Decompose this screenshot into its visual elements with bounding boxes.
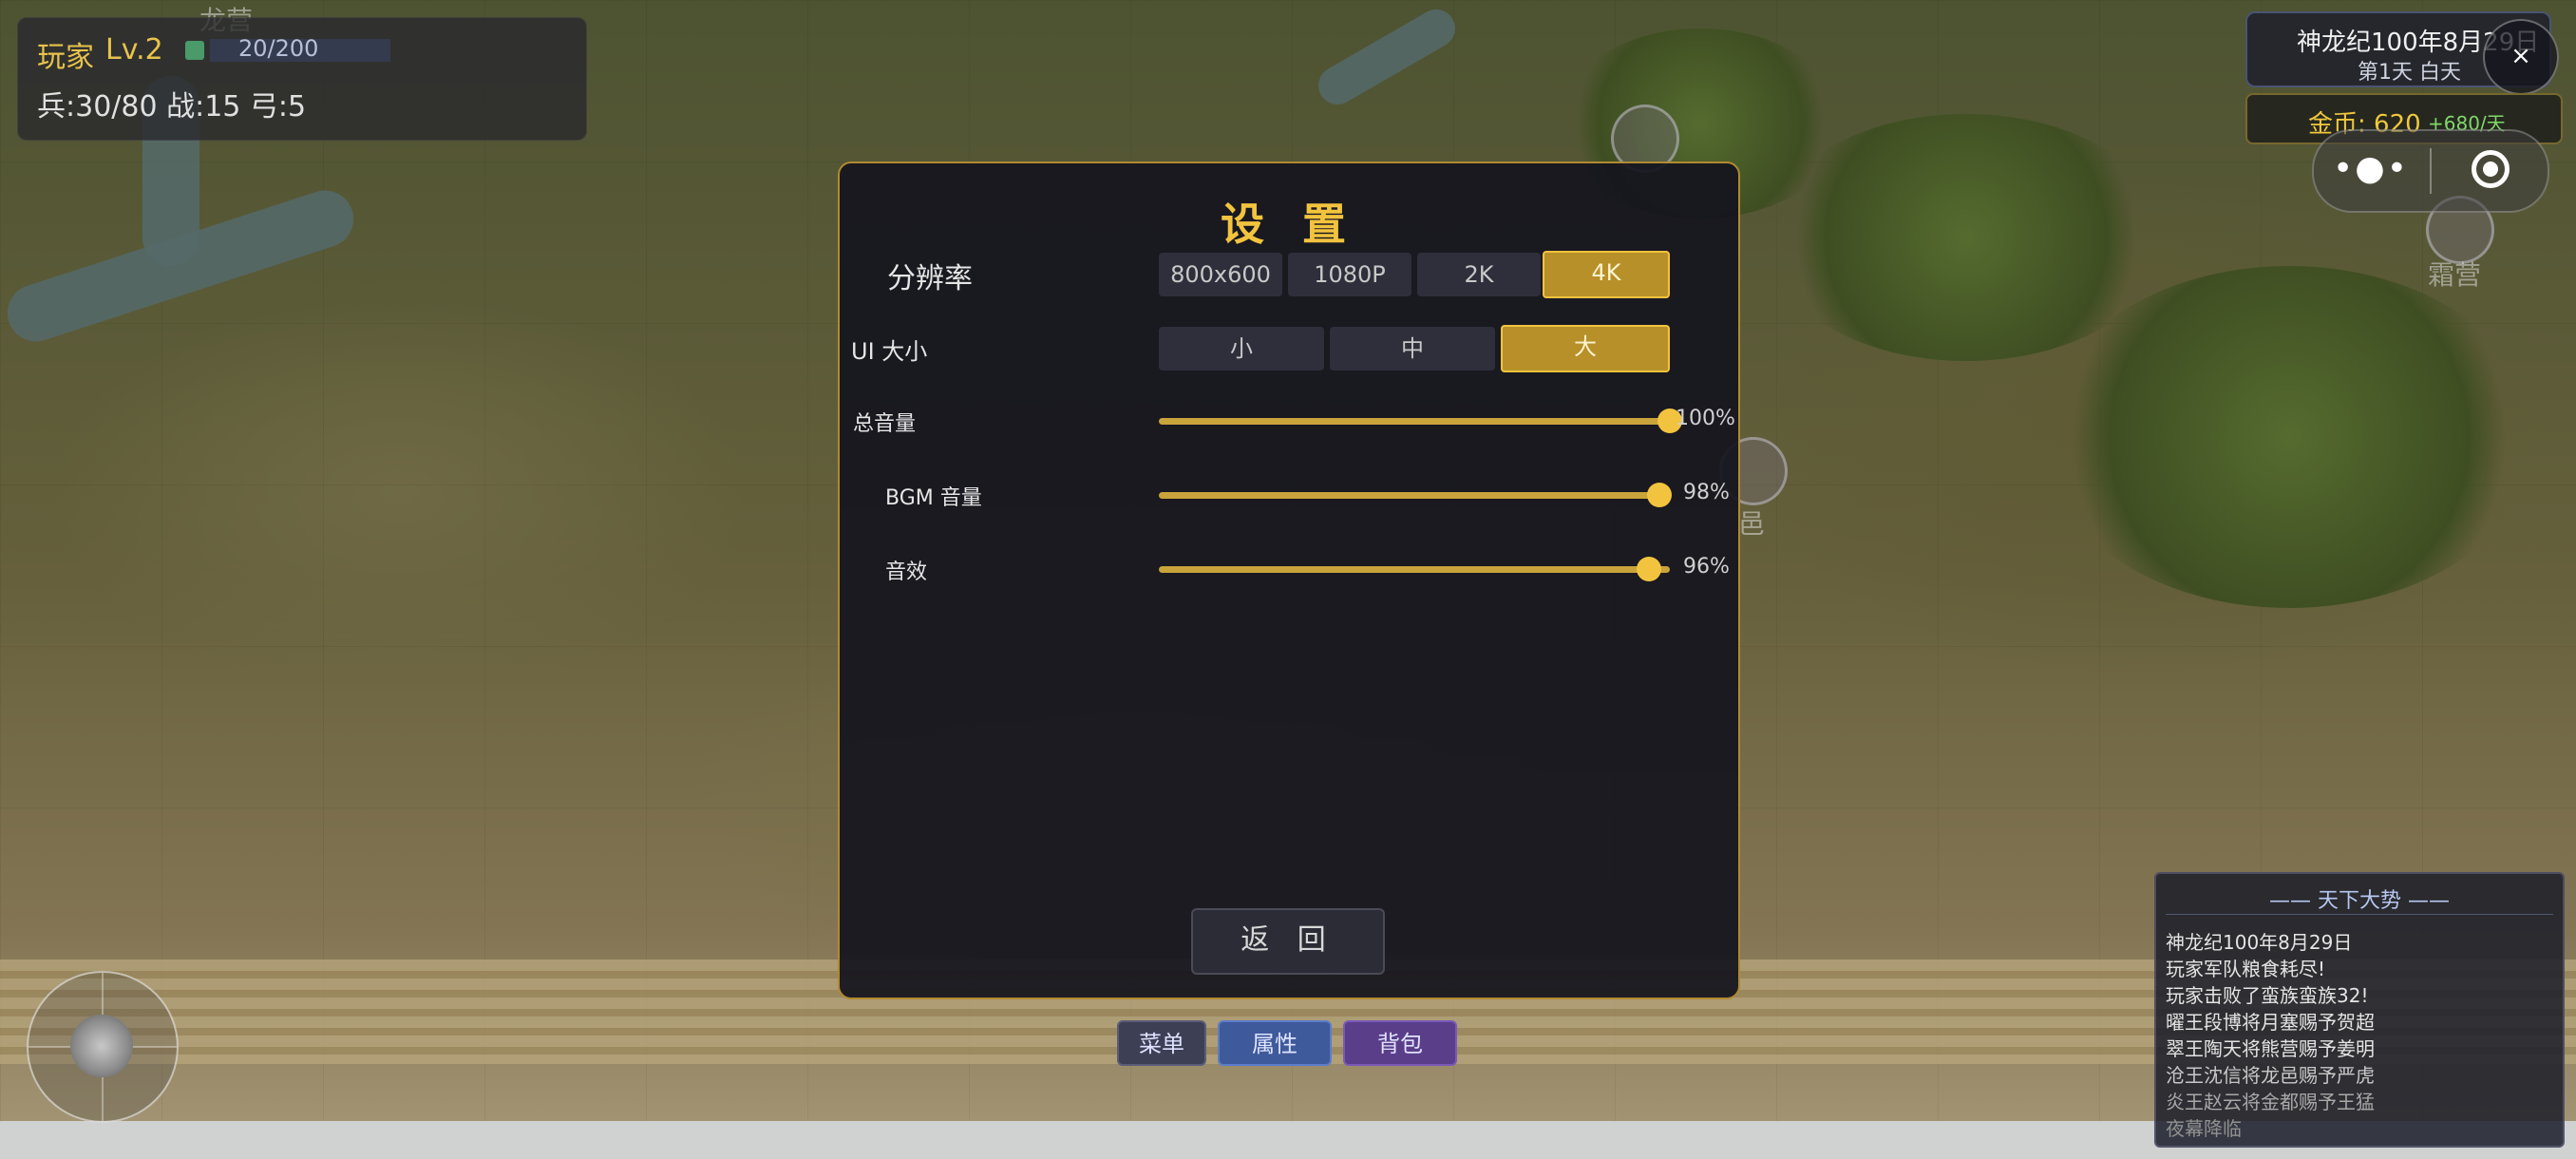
master-volume-value: 100% [1676, 407, 1735, 430]
bgm-volume-slider[interactable] [1159, 492, 1670, 499]
world-news-panel: —— 天下大势 —— 神龙纪100年8月29日 玩家军队粮食耗尽! 玩家击败了蛮… [2154, 872, 2565, 1148]
sfx-volume-knob[interactable] [1637, 557, 1662, 581]
bgm-volume-label: BGM 音量 [885, 486, 982, 510]
mini-program-capsule: •●• [2312, 129, 2549, 213]
forest [2042, 266, 2536, 608]
ui-size-label: UI 大小 [851, 338, 928, 365]
bag-button[interactable]: 背包 [1343, 1020, 1457, 1066]
master-volume-slider[interactable] [1159, 418, 1670, 425]
sfx-volume-slider[interactable] [1159, 566, 1670, 573]
news-item: 炎王赵云将金都赐予王猛 [2166, 1091, 2375, 1113]
ui-size-option-large[interactable]: 大 [1501, 325, 1670, 372]
news-divider [2166, 914, 2553, 915]
news-title: —— 天下大势 —— [2269, 889, 2450, 913]
player-level: Lv.2 [105, 33, 163, 66]
more-icon: •●• [2333, 149, 2409, 188]
bgm-volume-value: 98% [1683, 481, 1730, 504]
ui-size-option-small[interactable]: 小 [1159, 327, 1324, 370]
back-button[interactable]: 返 回 [1191, 908, 1385, 975]
news-item: 曜王段博将月塞赐予贺超 [2166, 1011, 2375, 1034]
sfx-volume-label: 音效 [885, 560, 928, 584]
exp-icon [185, 41, 204, 60]
virtual-joystick[interactable] [27, 971, 179, 1123]
ui-size-option-medium[interactable]: 中 [1330, 327, 1495, 370]
day-text: 第1天 白天 [2358, 61, 2461, 85]
news-item: 玩家击败了蛮族蛮族32! [2166, 984, 2369, 1007]
resolution-option-1080p[interactable]: 1080P [1288, 253, 1411, 296]
exit-target-button[interactable] [2434, 131, 2548, 211]
player-status-panel: 玩家 Lv.2 20/200 兵:30/80 战:15 弓:5 [17, 17, 587, 141]
target-icon-dot [2483, 162, 2498, 177]
settings-title: 设 置 [1220, 199, 1357, 250]
exp-text: 20/200 [238, 35, 319, 62]
news-item: 翠王陶天将熊营赐予姜明 [2166, 1037, 2375, 1060]
news-item: 神龙纪100年8月29日 [2166, 931, 2353, 954]
resolution-option-4k[interactable]: 4K [1543, 251, 1670, 298]
attributes-button[interactable]: 属性 [1218, 1020, 1332, 1066]
resolution-label: 分辨率 [887, 262, 973, 295]
settings-dialog: 设 置 分辨率 800x600 1080P 2K 4K UI 大小 小 中 大 … [838, 162, 1740, 999]
joystick-knob[interactable] [70, 1015, 133, 1077]
master-volume-label: 总音量 [853, 412, 917, 436]
more-options-button[interactable]: •●• [2314, 131, 2428, 211]
capsule-divider [2430, 148, 2432, 194]
menu-button[interactable]: 菜单 [1117, 1020, 1206, 1066]
bgm-volume-knob[interactable] [1647, 483, 1673, 507]
map-label: 霜营 [2428, 259, 2482, 291]
sfx-volume-value: 96% [1683, 555, 1730, 579]
news-item: 沧王沈信将龙邑赐予严虎 [2166, 1064, 2375, 1087]
news-item: 夜幕降临 [2166, 1117, 2242, 1140]
resolution-option-800x600[interactable]: 800x600 [1159, 253, 1282, 296]
news-item: 玩家军队粮食耗尽! [2166, 958, 2326, 980]
player-name: 玩家 [37, 41, 94, 74]
resolution-option-2k[interactable]: 2K [1417, 253, 1541, 296]
close-button[interactable]: × [2483, 19, 2559, 95]
map-label: 邑 [1738, 508, 1766, 540]
troop-stats: 兵:30/80 战:15 弓:5 [37, 90, 307, 124]
